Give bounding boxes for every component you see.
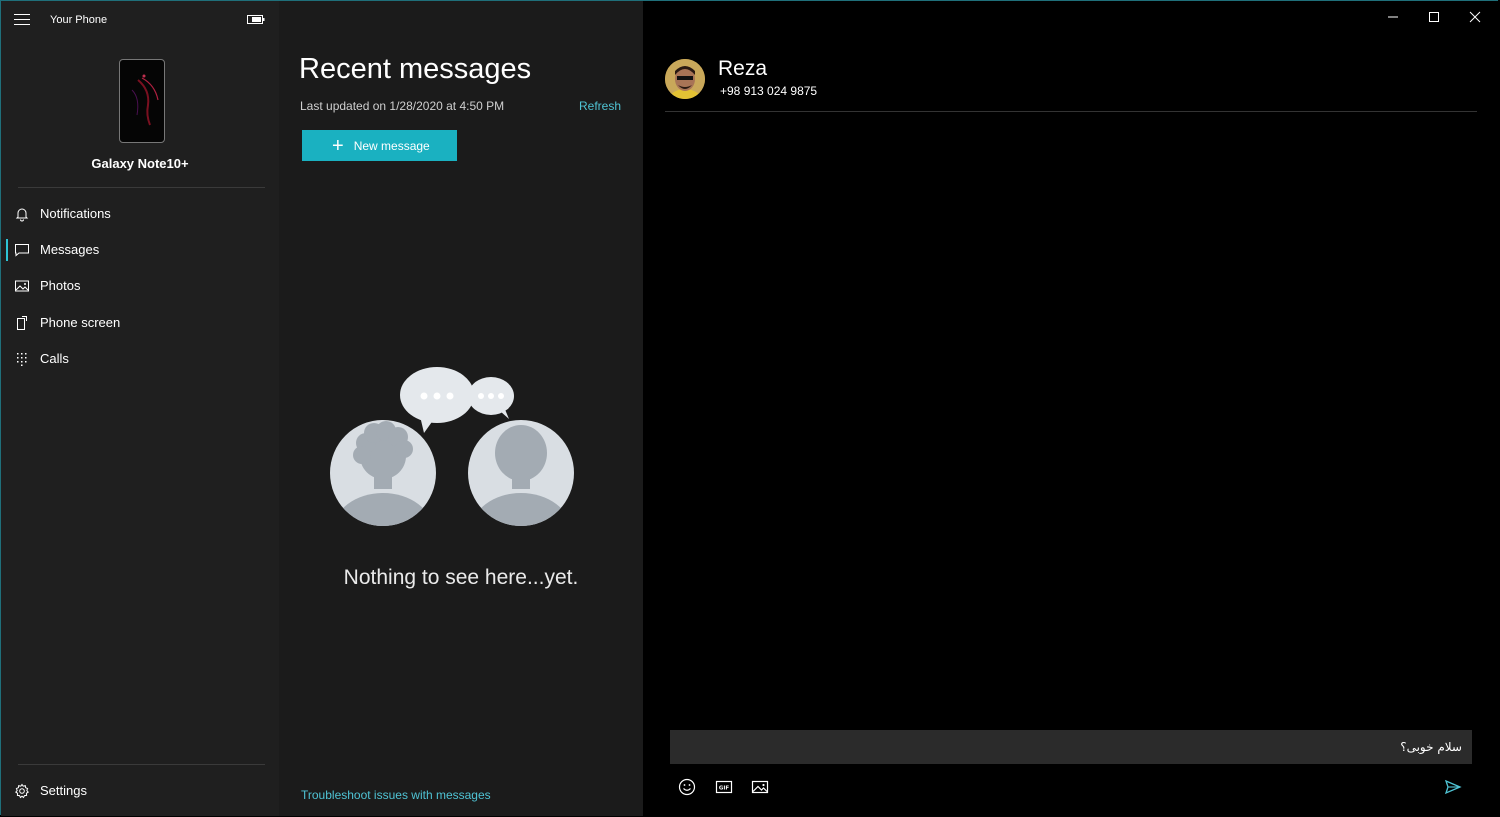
sidebar-item-label: Calls bbox=[40, 351, 69, 366]
sidebar-divider bbox=[18, 187, 265, 188]
sidebar-divider bbox=[18, 764, 265, 765]
header-divider bbox=[665, 111, 1477, 112]
sidebar: Your Phone Galaxy Note10+ Notifications bbox=[1, 1, 279, 816]
message-compose-input[interactable] bbox=[670, 730, 1472, 764]
battery-icon[interactable] bbox=[247, 15, 265, 24]
sidebar-item-label: Phone screen bbox=[40, 315, 121, 330]
photo-icon bbox=[15, 280, 29, 292]
contact-phone: +98 913 024 9875 bbox=[720, 84, 818, 98]
sidebar-item-photos[interactable]: Photos bbox=[1, 269, 279, 303]
bell-icon bbox=[15, 208, 29, 222]
sidebar-item-phone-screen[interactable]: Phone screen bbox=[1, 306, 279, 340]
troubleshoot-link[interactable]: Troubleshoot issues with messages bbox=[301, 788, 491, 802]
contact-avatar bbox=[665, 59, 705, 99]
hamburger-menu-icon[interactable] bbox=[14, 14, 30, 26]
contact-name: Reza bbox=[718, 57, 768, 80]
message-icon bbox=[15, 244, 29, 257]
emoji-icon[interactable] bbox=[677, 777, 697, 797]
sidebar-item-messages[interactable]: Messages bbox=[1, 233, 279, 267]
active-indicator bbox=[6, 239, 8, 261]
empty-state-text: Nothing to see here...yet. bbox=[343, 566, 579, 589]
sidebar-item-label: Notifications bbox=[40, 206, 111, 221]
maximize-icon[interactable] bbox=[1419, 7, 1449, 27]
sidebar-item-notifications[interactable]: Notifications bbox=[1, 197, 279, 231]
empty-conversation-illustration bbox=[330, 367, 574, 526]
app-title: Your Phone bbox=[50, 14, 108, 26]
plus-icon: + bbox=[332, 134, 344, 157]
close-icon[interactable] bbox=[1460, 7, 1490, 27]
phone-image[interactable] bbox=[119, 59, 165, 143]
device-name: Galaxy Note10+ bbox=[91, 156, 189, 171]
sidebar-item-label: Photos bbox=[40, 278, 81, 293]
minimize-icon[interactable] bbox=[1378, 7, 1408, 27]
phone-screen-icon bbox=[17, 316, 27, 330]
sidebar-item-label: Messages bbox=[40, 242, 100, 257]
page-title: Recent messages bbox=[299, 53, 532, 85]
new-message-button[interactable]: + New message bbox=[302, 130, 457, 161]
last-updated-text: Last updated on 1/28/2020 at 4:50 PM bbox=[300, 99, 505, 113]
image-icon[interactable] bbox=[750, 777, 770, 797]
app-window: Your Phone Galaxy Note10+ Notifications bbox=[0, 0, 1499, 816]
settings-label: Settings bbox=[40, 783, 87, 798]
phone-wallpaper bbox=[131, 74, 159, 126]
gear-icon bbox=[15, 783, 29, 799]
svg-text:GIF: GIF bbox=[719, 786, 730, 792]
messages-panel: Recent messages Last updated on 1/28/202… bbox=[279, 1, 643, 816]
conversation-panel: Reza +98 913 024 9875 GIF bbox=[643, 1, 1499, 816]
gif-icon[interactable]: GIF bbox=[714, 777, 734, 797]
refresh-link[interactable]: Refresh bbox=[579, 99, 621, 113]
dialpad-icon bbox=[17, 353, 27, 366]
sidebar-item-settings[interactable]: Settings bbox=[1, 774, 279, 808]
new-message-label: New message bbox=[353, 138, 430, 153]
sidebar-item-calls[interactable]: Calls bbox=[1, 342, 279, 376]
send-icon[interactable] bbox=[1443, 777, 1463, 797]
